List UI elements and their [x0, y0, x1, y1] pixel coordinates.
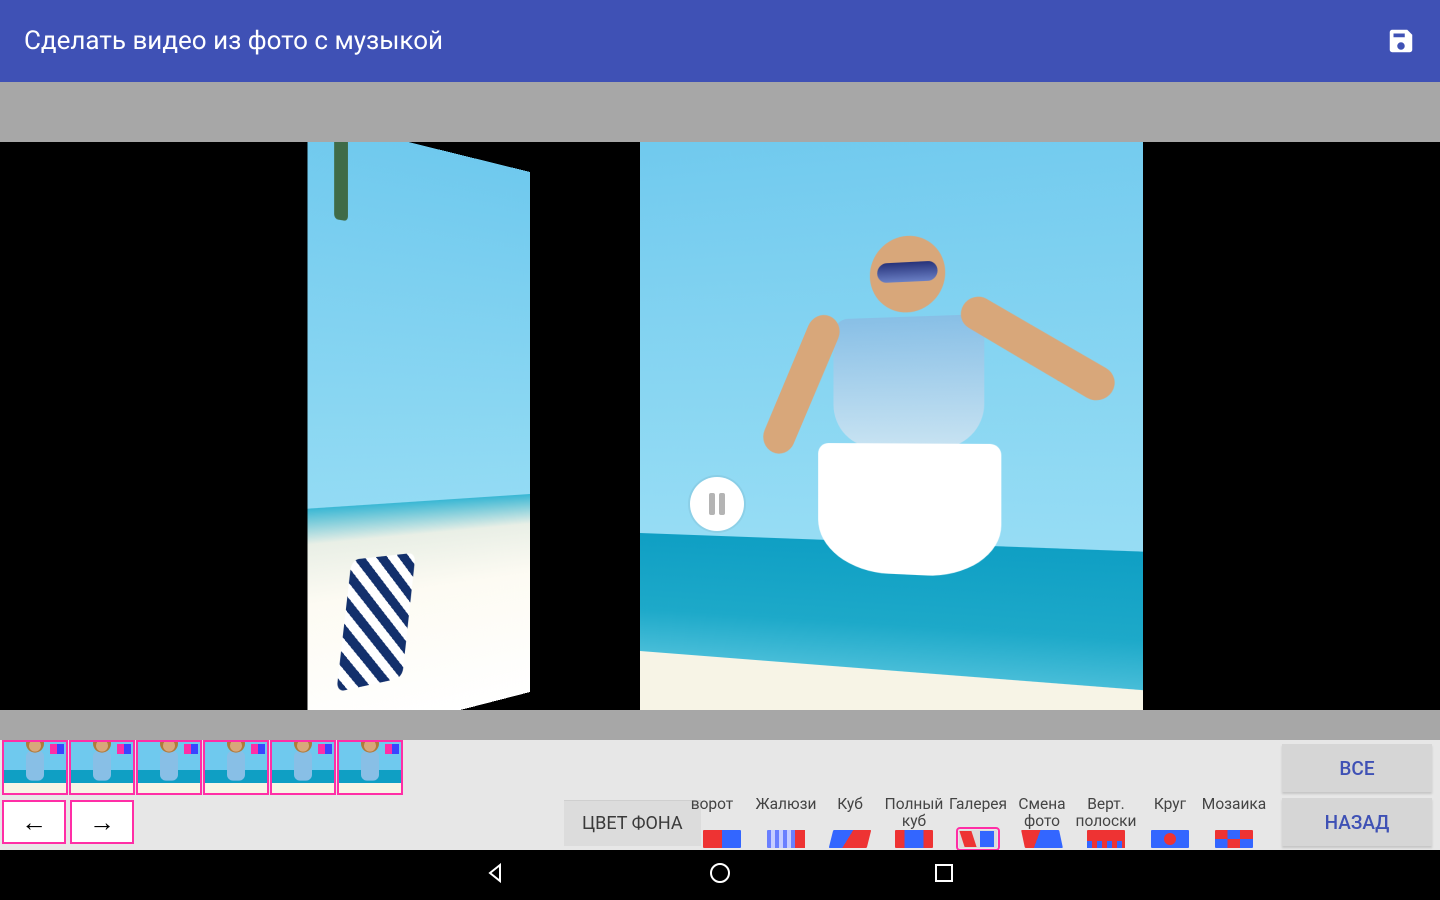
- nav-home-icon: [708, 870, 732, 889]
- back-button[interactable]: НАЗАД: [1282, 798, 1432, 846]
- back-button-label: НАЗАД: [1325, 811, 1390, 834]
- arrow-left-icon: ←: [21, 807, 47, 838]
- thumbnail[interactable]: [203, 740, 269, 795]
- effect-gallery[interactable]: Галерея: [946, 796, 1010, 848]
- background-color-label: ЦВЕТ ФОНА: [582, 813, 683, 834]
- arrow-right-icon: →: [89, 807, 115, 838]
- pause-icon: [709, 493, 725, 515]
- effect-vstripes[interactable]: Верт. полоски: [1074, 796, 1138, 848]
- effect-icon: [959, 830, 997, 848]
- effect-icon: [895, 830, 933, 848]
- nav-back-icon: [484, 870, 508, 889]
- effect-label: Жалюзи: [754, 796, 818, 830]
- effect-swap[interactable]: Смена фото: [1010, 796, 1074, 848]
- slide-previous: [308, 142, 530, 710]
- effect-icon: [1215, 830, 1253, 848]
- background-color-button[interactable]: ЦВЕТ ФОНА: [564, 800, 701, 846]
- bottom-panel: ← → ЦВЕТ ФОНА воротЖалюзиКубПолный кубГа…: [0, 740, 1440, 850]
- effect-icon: [1087, 830, 1125, 848]
- preview-area: [0, 82, 1440, 740]
- effect-rotate[interactable]: ворот: [690, 796, 754, 848]
- thumbnail[interactable]: [136, 740, 202, 795]
- all-button[interactable]: ВСЕ: [1282, 744, 1432, 792]
- effect-icon: [1021, 830, 1063, 848]
- effect-icon: [767, 830, 805, 848]
- effect-circle[interactable]: Круг: [1138, 796, 1202, 848]
- side-buttons: ВСЕ НАЗАД: [1282, 744, 1432, 846]
- thumbnail[interactable]: [2, 740, 68, 795]
- all-button-label: ВСЕ: [1339, 757, 1374, 780]
- effect-label: Полный куб: [882, 796, 946, 830]
- effect-icon: [829, 830, 871, 848]
- thumbnail[interactable]: [69, 740, 135, 795]
- thumbnail[interactable]: [270, 740, 336, 795]
- reorder-controls: ← →: [2, 800, 134, 844]
- effect-cube[interactable]: Куб: [818, 796, 882, 848]
- effect-mosaic[interactable]: Мозаика: [1202, 796, 1266, 848]
- effect-label: Куб: [818, 796, 882, 830]
- effect-label: Смена фото: [1010, 796, 1074, 830]
- thumbnail[interactable]: [337, 740, 403, 795]
- android-navbar: [0, 850, 1440, 900]
- slide-current: [640, 142, 1143, 710]
- nav-recent-button[interactable]: [932, 861, 956, 889]
- effects-strip[interactable]: воротЖалюзиКубПолный кубГалереяСмена фот…: [690, 796, 1270, 850]
- effect-icon: [1151, 830, 1189, 848]
- nav-back-button[interactable]: [484, 861, 508, 889]
- effect-blinds[interactable]: Жалюзи: [754, 796, 818, 848]
- pause-button[interactable]: [690, 477, 744, 531]
- move-left-button[interactable]: ←: [2, 800, 66, 844]
- save-button[interactable]: [1386, 26, 1416, 56]
- effect-icon: [703, 830, 741, 848]
- effect-fullcube[interactable]: Полный куб: [882, 796, 946, 848]
- effect-label: Круг: [1138, 796, 1202, 830]
- nav-recent-icon: [932, 870, 956, 889]
- effect-label: Мозаика: [1202, 796, 1266, 830]
- save-icon: [1386, 26, 1416, 56]
- app-bar: Сделать видео из фото с музыкой: [0, 0, 1440, 82]
- nav-home-button[interactable]: [708, 861, 732, 889]
- effect-label: Верт. полоски: [1074, 796, 1138, 830]
- app-title: Сделать видео из фото с музыкой: [24, 26, 443, 56]
- effect-label: ворот: [690, 796, 754, 830]
- effect-label: Галерея: [946, 796, 1010, 830]
- move-right-button[interactable]: →: [70, 800, 134, 844]
- preview-canvas[interactable]: [0, 142, 1440, 710]
- thumbnail-strip: [2, 740, 403, 795]
